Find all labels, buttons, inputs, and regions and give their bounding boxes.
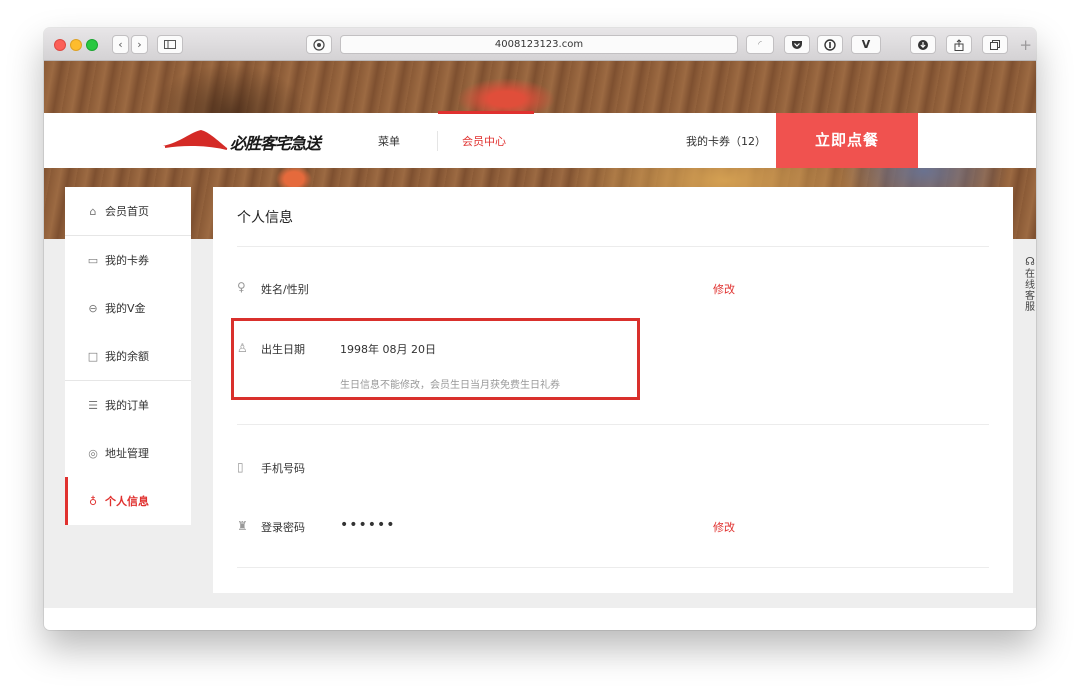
sidebar-item-coupons[interactable]: ▭ 我的卡券 [65,236,191,284]
v-coin-icon: ⊖ [88,301,98,315]
onepassword-icon [824,38,836,51]
nav-member-center[interactable]: 会员中心 [462,133,506,149]
profile-panel: 个人信息 ♀ 姓名/性别 修改 ♙ 出生日期 1998年 08月 20日 生日信… [213,187,1013,593]
sidebar-item-label: 会员首页 [105,205,149,218]
my-coupons-link[interactable]: 我的卡券（12） [686,133,766,149]
member-sidebar: ⌂ 会员首页 ▭ 我的卡券 ⊖ 我的V金 □ 我的余额 ☰ 我的订单 ◎ 地址管… [65,187,191,525]
name-gender-label: 姓名/性别 [261,283,309,296]
zoom-window-button[interactable] [86,39,98,51]
sidebar-icon [164,40,176,49]
lock-icon: ♜ [237,519,248,533]
minimize-window-button[interactable] [70,39,82,51]
wallet-icon: ▭ [87,253,99,267]
sidebar-item-label: 我的V金 [105,302,146,315]
online-service-widget[interactable]: ☊ 在线客服 [1024,256,1036,313]
chevron-left-icon: ‹ [118,38,123,51]
download-icon [918,39,928,50]
new-tab-icon[interactable]: + [1019,36,1032,54]
password-label: 登录密码 [261,521,305,534]
downloads-button[interactable] [910,35,936,54]
sidebar-item-label: 我的卡券 [105,254,149,267]
browser-toolbar: ‹ › 4008123123.com ◜ V + [44,28,1036,61]
sidebar-item-balance[interactable]: □ 我的余额 [65,332,191,380]
close-window-button[interactable] [54,39,66,51]
home-icon: ⌂ [89,204,97,218]
edit-name-link[interactable]: 修改 [713,281,735,297]
sidebar-item-addresses[interactable]: ◎ 地址管理 [65,429,191,477]
rss-icon: ◜ [758,39,762,50]
sidebar-item-vcoins[interactable]: ⊖ 我的V金 [65,284,191,332]
sidebar-toggle-button[interactable] [157,35,183,54]
birthday-hint: 生日信息不能修改，会员生日当月获免费生日礼券 [340,380,560,391]
forward-button[interactable]: › [131,35,148,54]
chevron-right-icon: › [137,38,142,51]
person-icon: ♀ [237,280,246,294]
footer [44,608,1036,630]
order-list-icon: ☰ [88,398,98,412]
headset-icon: ☊ [1025,255,1035,268]
password-manager-button[interactable] [817,35,843,54]
rss-button[interactable]: ◜ [746,35,774,54]
page-title: 个人信息 [237,210,293,226]
phone-label: 手机号码 [261,462,305,475]
browser-window: ‹ › 4008123123.com ◜ V + 必胜客宅急送 菜单 会员中心 … [44,28,1036,630]
balance-icon: □ [87,349,99,363]
order-now-button[interactable]: 立即点餐 [776,113,918,168]
tabs-overview-button[interactable] [982,35,1008,54]
location-pin-icon: ◎ [88,446,98,460]
password-value: •••••• [340,517,396,533]
nav-menu[interactable]: 菜单 [378,133,400,149]
share-icon [954,38,964,51]
share-button[interactable] [946,35,972,54]
divider [237,567,989,568]
extension-button[interactable] [306,35,332,54]
v-logo-icon: V [861,38,871,51]
nav-active-indicator [438,111,534,114]
birthday-label: 出生日期 [261,343,305,356]
pizza-hut-hat-icon[interactable] [161,128,229,150]
vimium-button[interactable]: V [851,35,881,54]
top-nav: 必胜客宅急送 菜单 会员中心 我的卡券（12） 立即点餐 [44,111,1036,168]
divider [237,424,989,425]
sidebar-item-label: 我的订单 [105,399,149,412]
birthday-value: 1998年 08月 20日 [340,343,436,356]
sidebar-item-profile[interactable]: ♁ 个人信息 [65,477,191,525]
back-button[interactable]: ‹ [112,35,129,54]
online-service-label: 在线客服 [1025,269,1035,313]
sidebar-item-orders[interactable]: ☰ 我的订单 [65,381,191,429]
edit-password-link[interactable]: 修改 [713,519,735,535]
tabs-icon [990,39,1000,50]
sidebar-item-label: 个人信息 [105,495,149,508]
nav-divider [437,131,438,151]
brand-logo-text[interactable]: 必胜客宅急送 [230,130,321,154]
sidebar-item-home[interactable]: ⌂ 会员首页 [65,187,191,235]
sidebar-item-label: 我的余额 [105,350,149,363]
sidebar-item-label: 地址管理 [105,447,149,460]
address-bar[interactable]: 4008123123.com [340,35,738,54]
globe-icon [313,38,325,51]
pocket-icon [792,40,802,49]
divider [237,246,989,247]
phone-icon: ▯ [237,460,244,474]
person-icon: ♁ [88,494,98,508]
cake-icon: ♙ [237,341,248,355]
pocket-button[interactable] [784,35,810,54]
